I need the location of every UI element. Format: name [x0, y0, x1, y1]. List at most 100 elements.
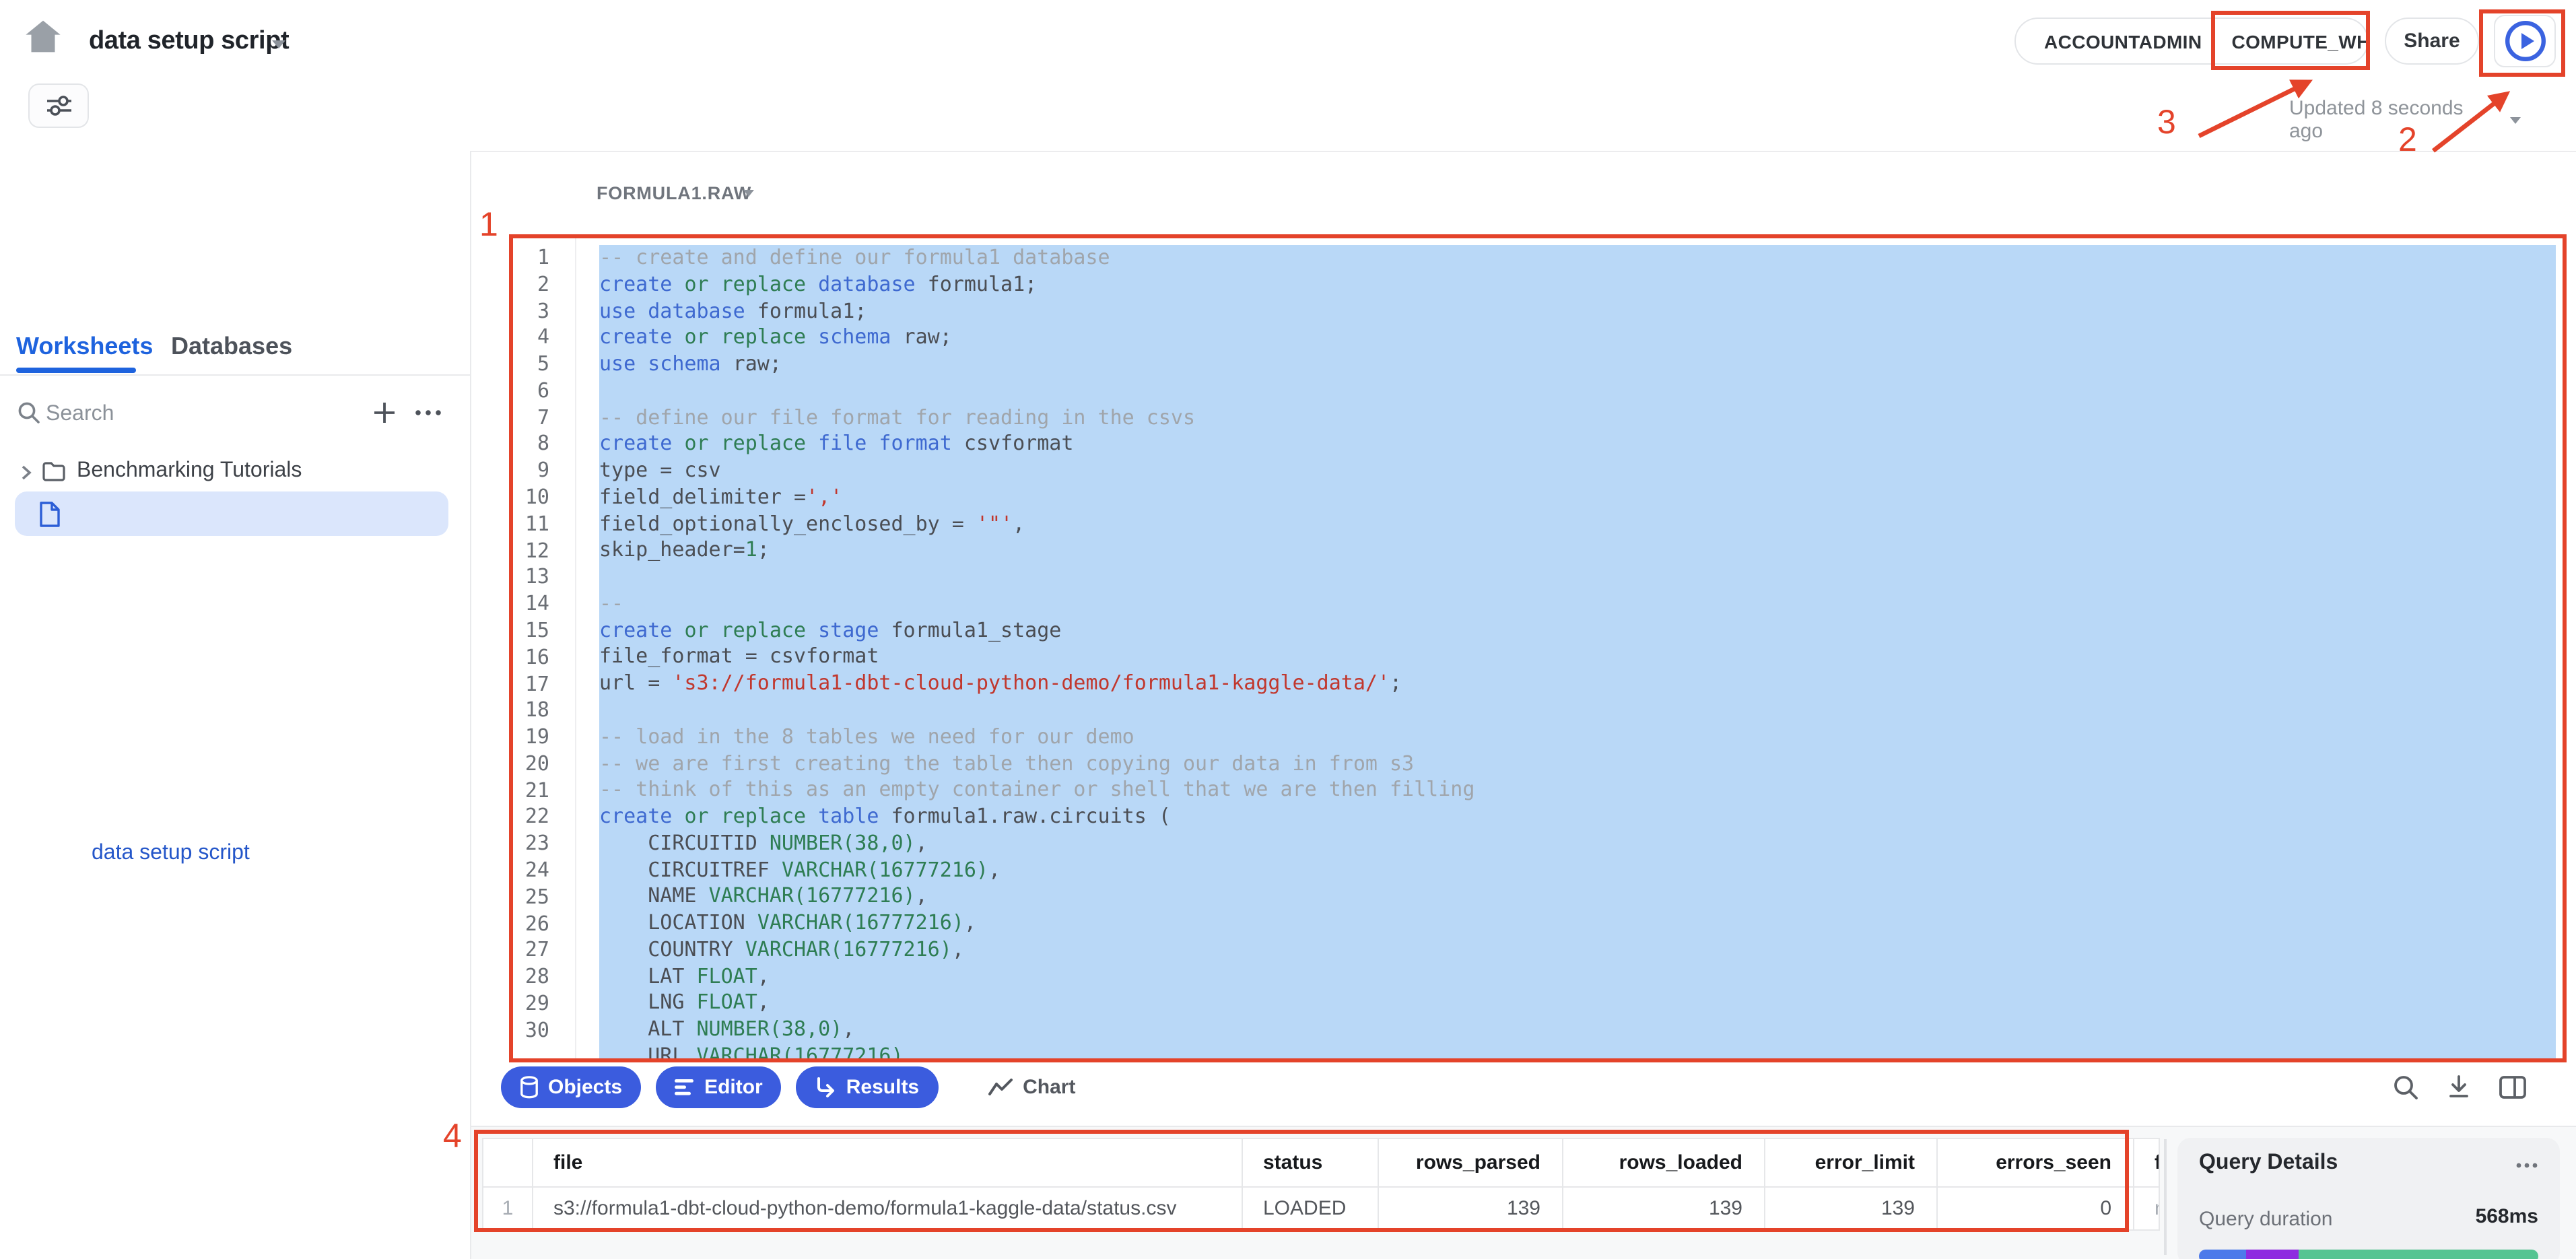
title-caret-icon[interactable] [272, 40, 285, 48]
table-cell: 0 [1938, 1188, 2134, 1229]
sidebar-item-worksheet-selected[interactable]: data setup script [15, 491, 448, 536]
code-line: -- define our file format for reading in… [599, 405, 2556, 432]
table-scrollbar[interactable] [2164, 1139, 2167, 1255]
column-header: status [1243, 1139, 1379, 1186]
line-number: 20 [509, 751, 549, 778]
chart-tab[interactable]: Chart [988, 1076, 1075, 1099]
table-cell: LOADED [1243, 1188, 1379, 1229]
share-button[interactable]: Share [2385, 18, 2479, 65]
line-number: 11 [509, 512, 549, 539]
line-number: 13 [509, 565, 549, 592]
sql-code-editor[interactable]: -- create and define our formula1 databa… [599, 245, 2556, 1060]
table-cell: null [2134, 1188, 2160, 1229]
warehouse-selector[interactable]: COMPUTE_WH [2232, 30, 2371, 52]
snowsight-worksheet-app: data setup script ACCOUNTADMIN COMPUTE_W… [0, 0, 2576, 1259]
duration-bar-segment [2299, 1250, 2538, 1259]
line-number: 2 [509, 272, 549, 299]
code-line: type = csv [599, 458, 2556, 485]
updated-dropdown[interactable]: Updated 8 seconds ago [2289, 97, 2521, 143]
home-icon [24, 19, 62, 54]
code-line: LAT FLOAT, [599, 963, 2556, 990]
column-header [483, 1139, 533, 1186]
line-number: 8 [509, 432, 549, 458]
code-line: CIRCUITID NUMBER(38,0), [599, 831, 2556, 858]
download-results-button[interactable] [2440, 1068, 2478, 1105]
code-line: create or replace stage formula1_stage [599, 617, 2556, 644]
search-input[interactable] [43, 399, 318, 431]
search-results-button[interactable] [2386, 1068, 2424, 1105]
role-selector[interactable]: ACCOUNTADMIN [2044, 30, 2202, 52]
code-line: CIRCUITREF VARCHAR(16777216), [599, 857, 2556, 884]
duration-bar-segment [2246, 1250, 2299, 1259]
line-number: 29 [509, 991, 549, 1018]
query-duration-label: Query duration [2199, 1208, 2332, 1231]
table-row[interactable]: 1s3://formula1-dbt-cloud-python-demo/for… [483, 1188, 2159, 1229]
query-details-title: Query Details [2199, 1151, 2338, 1176]
sidebar: Worksheets Databases Benchmarki [0, 151, 471, 1259]
line-number: 18 [509, 698, 549, 725]
kebab-icon [415, 409, 442, 415]
line-number: 15 [509, 618, 549, 645]
code-line: ALT NUMBER(38,0), [599, 1017, 2556, 1044]
code-line: create or replace schema raw; [599, 325, 2556, 352]
line-number: 16 [509, 644, 549, 671]
split-view-button[interactable] [2494, 1068, 2532, 1105]
query-details-panel: Query Details Query duration 568ms [2177, 1138, 2560, 1259]
query-details-menu-button[interactable] [2511, 1154, 2541, 1176]
chevron-right-icon [20, 465, 32, 481]
updated-text: Updated 8 seconds ago [2289, 97, 2501, 143]
table-header-row: filestatusrows_parsedrows_loadederror_li… [483, 1139, 2159, 1188]
line-number: 24 [509, 858, 549, 885]
code-line [599, 697, 2556, 724]
line-number: 5 [509, 351, 549, 378]
search-icon [18, 401, 40, 424]
download-icon [2447, 1075, 2471, 1099]
folder-label: Benchmarking Tutorials [77, 459, 302, 483]
updated-caret-icon [2510, 116, 2521, 123]
new-worksheet-button[interactable] [366, 395, 401, 430]
schema-context-dropdown[interactable]: FORMULA1.RAW [597, 183, 751, 203]
table-cell: 139 [1765, 1188, 1938, 1229]
query-duration-bar [2199, 1250, 2538, 1259]
tab-worksheets[interactable]: Worksheets [16, 333, 153, 361]
results-return-arrow-icon [815, 1077, 837, 1097]
results-table[interactable]: filestatusrows_parsedrows_loadederror_li… [482, 1138, 2160, 1231]
code-line [599, 378, 2556, 405]
duration-bar-segment [2199, 1250, 2246, 1259]
tab-databases[interactable]: Databases [171, 333, 292, 361]
annotation-label-1: 1 [479, 206, 498, 245]
code-line: create or replace file format csvformat [599, 432, 2556, 458]
sidebar-item-folder[interactable]: Benchmarking Tutorials [0, 455, 471, 491]
objects-label: Objects [548, 1076, 622, 1099]
active-tab-underline [16, 368, 136, 372]
code-line: field_delimiter =',' [599, 485, 2556, 512]
context-caret-icon[interactable] [743, 190, 754, 197]
chart-line-icon [988, 1079, 1012, 1096]
objects-button[interactable]: Objects [501, 1066, 641, 1108]
run-button[interactable] [2494, 15, 2556, 67]
filters-button[interactable] [28, 83, 89, 128]
database-cylinder-icon [520, 1076, 539, 1099]
context-selector: ACCOUNTADMIN COMPUTE_WH [2014, 18, 2369, 65]
code-line: -- think of this as an empty container o… [599, 778, 2556, 805]
tabs-divider [0, 374, 471, 376]
worksheet-title[interactable]: data setup script [89, 27, 289, 57]
code-line: -- we are first creating the table then … [599, 751, 2556, 778]
code-line: field_optionally_enclosed_by = '"', [599, 511, 2556, 538]
editor-label: Editor [704, 1076, 763, 1099]
play-icon [2503, 19, 2547, 63]
document-icon [39, 501, 61, 528]
query-duration-value: 568ms [2476, 1205, 2538, 1228]
results-button[interactable]: Results [796, 1066, 938, 1108]
folder-icon [42, 461, 66, 482]
chart-label: Chart [1023, 1076, 1075, 1099]
editor-button[interactable]: Editor [656, 1066, 782, 1108]
search-results-icon [2392, 1074, 2418, 1099]
line-number: 25 [509, 885, 549, 912]
results-label: Results [846, 1076, 919, 1099]
sidebar-more-button[interactable] [409, 395, 447, 430]
column-header: errors_seen [1938, 1139, 2134, 1186]
results-toolbar: Objects Editor Results Chart [501, 1066, 1075, 1108]
line-number: 9 [509, 458, 549, 485]
home-button[interactable] [24, 19, 73, 62]
